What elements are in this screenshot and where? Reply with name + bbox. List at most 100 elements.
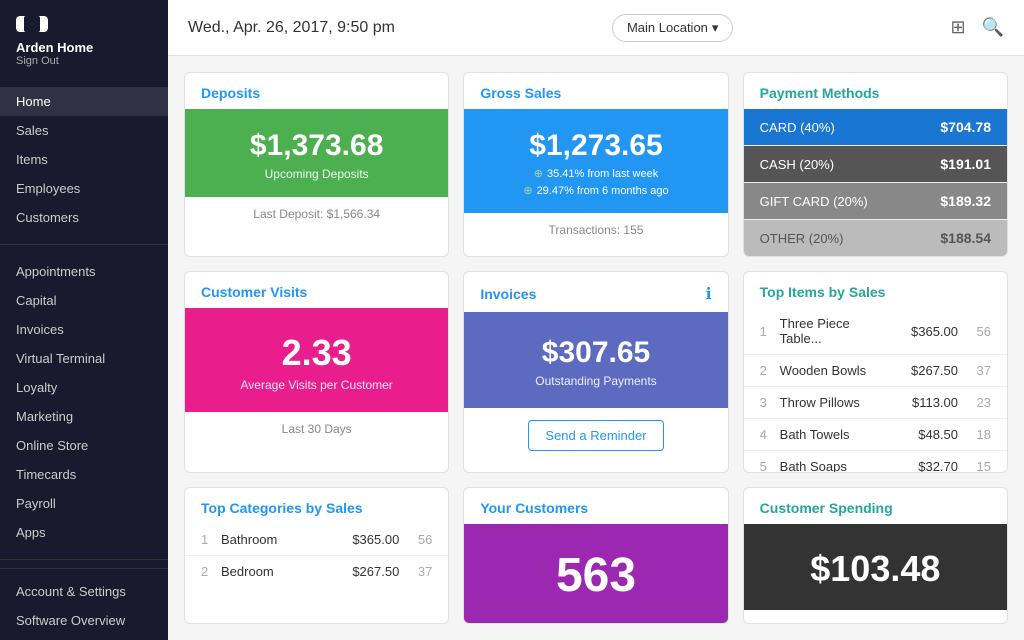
dashboard-grid: Deposits $1,373.68 Upcoming Deposits Las… [168, 56, 1024, 640]
cat-row-2: 2 Bedroom $267.50 37 [185, 556, 448, 587]
sidebar: Arden Home Sign Out Home Sales Items Emp… [0, 0, 168, 640]
deposits-title: Deposits [185, 73, 448, 109]
top-item-3-num: 3 [760, 395, 772, 410]
payment-other-row: OTHER (20%) $188.54 [744, 220, 1007, 256]
top-items-card: Top Items by Sales 1 Three Piece Table..… [743, 271, 1008, 473]
arrow-up-icon-2: ⊕ [523, 184, 532, 197]
sidebar-item-loyalty[interactable]: Loyalty [0, 373, 168, 402]
payment-cash-label: CASH (20%) [760, 157, 834, 172]
visits-label: Average Visits per Customer [201, 378, 432, 392]
invoices-amount: $307.65 [480, 336, 711, 370]
arrow-up-icon-1: ⊕ [534, 167, 543, 180]
cat-2-name: Bedroom [221, 564, 336, 579]
top-item-5: 5 Bath Soaps $32.70 15 [744, 451, 1007, 473]
sidebar-user: Arden Home Sign Out [0, 40, 168, 83]
customer-spending-card: Customer Spending $103.48 [743, 487, 1008, 624]
customer-visits-title: Customer Visits [185, 272, 448, 308]
send-reminder-button[interactable]: Send a Reminder [528, 420, 663, 451]
top-items-title: Top Items by Sales [744, 272, 1007, 308]
invoices-title: Invoices [480, 286, 536, 302]
gross-sales-card: Gross Sales $1,273.65 ⊕ 35.41% from last… [463, 72, 728, 257]
sidebar-item-software-overview[interactable]: Software Overview [0, 606, 168, 635]
top-item-4-name: Bath Towels [780, 427, 895, 442]
invoices-btn-area: Send a Reminder [464, 408, 727, 463]
top-item-2-num: 2 [760, 363, 772, 378]
top-item-1-name: Three Piece Table... [780, 316, 895, 346]
payment-methods-title: Payment Methods [744, 73, 1007, 109]
your-customers-card: Your Customers 563 [463, 487, 728, 624]
payment-gift-label: GIFT CARD (20%) [760, 194, 868, 209]
gross-sales-title: Gross Sales [464, 73, 727, 109]
customers-highlight: 563 [464, 524, 727, 623]
deposits-amount: $1,373.68 [201, 129, 432, 163]
location-label: Main Location [627, 20, 708, 35]
location-button[interactable]: Main Location ▾ [612, 14, 733, 42]
sidebar-divider-2 [0, 559, 168, 560]
cat-row-1: 1 Bathroom $365.00 56 [185, 524, 448, 556]
payment-card-row: CARD (40%) $704.78 [744, 109, 1007, 146]
deposits-card: Deposits $1,373.68 Upcoming Deposits Las… [184, 72, 449, 257]
invoices-card: Invoices ℹ $307.65 Outstanding Payments … [463, 271, 728, 473]
top-categories-card: Top Categories by Sales 1 Bathroom $365.… [184, 487, 449, 624]
sidebar-item-support-center[interactable]: Support Center [0, 635, 168, 640]
spending-highlight: $103.48 [744, 524, 1007, 610]
cat-1-price: $365.00 [344, 532, 399, 547]
top-categories-title: Top Categories by Sales [185, 488, 448, 524]
gross-sales-footer: Transactions: 155 [464, 213, 727, 247]
sidebar-item-invoices[interactable]: Invoices [0, 315, 168, 344]
sidebar-item-appointments[interactable]: Appointments [0, 257, 168, 286]
sidebar-primary-nav: Home Sales Items Employees Customers [0, 83, 168, 236]
cat-1-name: Bathroom [221, 532, 336, 547]
sidebar-item-virtual-terminal[interactable]: Virtual Terminal [0, 344, 168, 373]
invoices-card-header: Invoices ℹ [464, 272, 727, 312]
top-item-3-price: $113.00 [903, 395, 958, 410]
gross-sales-amount: $1,273.65 [480, 129, 711, 163]
sidebar-item-items[interactable]: Items [0, 145, 168, 174]
sidebar-item-timecards[interactable]: Timecards [0, 460, 168, 489]
sidebar-item-marketing[interactable]: Marketing [0, 402, 168, 431]
sidebar-secondary-nav: Appointments Capital Invoices Virtual Te… [0, 253, 168, 551]
top-item-3: 3 Throw Pillows $113.00 23 [744, 387, 1007, 419]
cat-2-price: $267.50 [344, 564, 399, 579]
sidebar-divider-1 [0, 244, 168, 245]
sidebar-item-online-store[interactable]: Online Store [0, 431, 168, 460]
sidebar-item-capital[interactable]: Capital [0, 286, 168, 315]
sidebar-item-employees[interactable]: Employees [0, 174, 168, 203]
sidebar-item-account-settings[interactable]: Account & Settings [0, 577, 168, 606]
cat-1-num: 1 [201, 532, 213, 547]
payment-other-value: $188.54 [940, 230, 991, 246]
sidebar-item-home[interactable]: Home [0, 87, 168, 116]
top-item-4: 4 Bath Towels $48.50 18 [744, 419, 1007, 451]
customers-amount: 563 [480, 548, 711, 603]
grid-icon[interactable]: ⊞ [950, 17, 965, 38]
header-center: Main Location ▾ [612, 14, 733, 42]
header: Wed., Apr. 26, 2017, 9:50 pm Main Locati… [168, 0, 1024, 56]
top-item-5-num: 5 [760, 459, 772, 473]
user-name: Arden Home [16, 40, 152, 55]
payment-cash-row: CASH (20%) $191.01 [744, 146, 1007, 183]
top-item-2: 2 Wooden Bowls $267.50 37 [744, 355, 1007, 387]
customer-spending-title: Customer Spending [744, 488, 1007, 524]
deposits-label: Upcoming Deposits [201, 167, 432, 181]
app-logo [16, 16, 48, 32]
top-item-2-price: $267.50 [903, 363, 958, 378]
payment-card-value: $704.78 [940, 119, 991, 135]
sidebar-item-sales[interactable]: Sales [0, 116, 168, 145]
top-item-2-count: 37 [966, 363, 991, 378]
sidebar-item-payroll[interactable]: Payroll [0, 489, 168, 518]
sidebar-item-customers[interactable]: Customers [0, 203, 168, 232]
info-icon: ℹ [706, 284, 712, 304]
top-item-2-name: Wooden Bowls [780, 363, 895, 378]
gross-sales-stat1: ⊕ 35.41% from last week [480, 167, 711, 180]
invoices-highlight: $307.65 Outstanding Payments [464, 312, 727, 408]
sign-out-link[interactable]: Sign Out [16, 55, 152, 67]
top-item-4-num: 4 [760, 427, 772, 442]
top-item-3-name: Throw Pillows [780, 395, 895, 410]
top-item-5-name: Bath Soaps [780, 459, 895, 473]
top-item-5-count: 15 [966, 459, 991, 473]
top-item-5-price: $32.70 [903, 459, 958, 473]
your-customers-title: Your Customers [464, 488, 727, 524]
top-item-4-count: 18 [966, 427, 991, 442]
search-icon[interactable]: 🔍 [982, 17, 1004, 38]
sidebar-item-apps[interactable]: Apps [0, 518, 168, 547]
